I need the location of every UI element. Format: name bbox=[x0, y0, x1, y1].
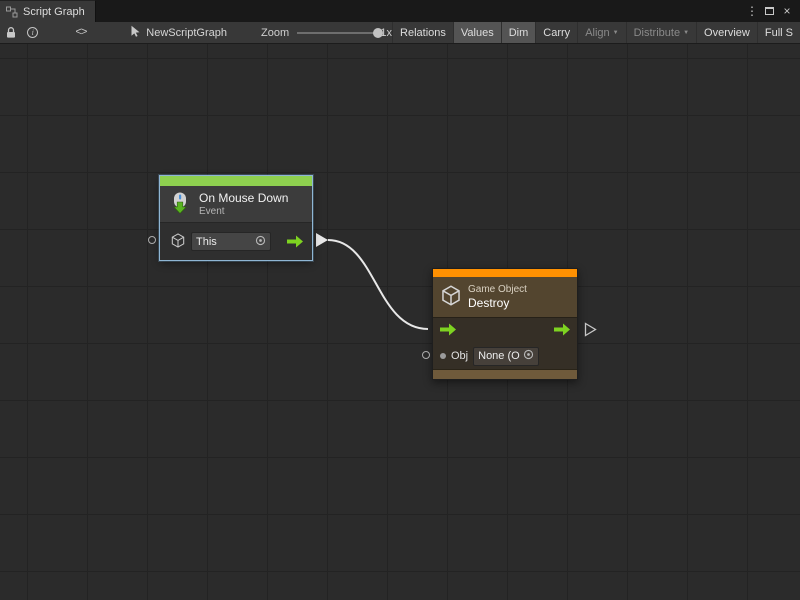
flow-output-port[interactable] bbox=[286, 235, 304, 248]
node-header-text: On Mouse Down Event bbox=[199, 191, 288, 217]
node-accent-bar bbox=[433, 269, 577, 277]
obj-field-value: None (O bbox=[478, 350, 520, 362]
value-port-dot[interactable] bbox=[440, 353, 446, 359]
flow-row bbox=[433, 317, 577, 343]
obj-param-row: Obj None (O bbox=[433, 343, 577, 369]
graph-canvas[interactable]: On Mouse Down Event This bbox=[0, 44, 800, 600]
node-destroy[interactable]: Game Object Destroy Obj None (O bbox=[432, 268, 578, 380]
distribute-label: Distribute bbox=[634, 27, 680, 39]
graph-name[interactable]: NewScriptGraph bbox=[130, 25, 227, 40]
node-header[interactable]: Game Object Destroy bbox=[433, 277, 577, 317]
graph-cursor-icon bbox=[130, 25, 141, 40]
chevron-down-icon: ▼ bbox=[683, 30, 689, 36]
edit-script-icon[interactable]: <> bbox=[68, 22, 95, 44]
toolbar-buttons: Relations Values Dim Carry Align ▼ Distr… bbox=[392, 22, 800, 44]
info-icon[interactable]: i bbox=[24, 22, 42, 44]
fullscreen-button[interactable]: Full S bbox=[757, 22, 800, 44]
values-button[interactable]: Values bbox=[453, 22, 501, 44]
node-title: On Mouse Down bbox=[199, 191, 288, 205]
script-graph-icon bbox=[6, 6, 18, 18]
tab-title: Script Graph bbox=[23, 6, 85, 18]
flow-output-port[interactable] bbox=[553, 323, 571, 339]
tab-script-graph[interactable]: Script Graph bbox=[0, 0, 96, 22]
cube-icon bbox=[441, 285, 461, 309]
object-picker-icon[interactable] bbox=[255, 235, 266, 249]
relations-button[interactable]: Relations bbox=[392, 22, 453, 44]
target-field-value: This bbox=[196, 236, 217, 248]
tabbar-controls: ⋮ × bbox=[745, 0, 800, 22]
destroy-obj-port[interactable] bbox=[422, 351, 430, 359]
maximize-icon[interactable] bbox=[765, 7, 774, 15]
obj-param-label: Obj bbox=[451, 350, 468, 362]
node-accent-bar bbox=[160, 176, 312, 186]
zoom-knob[interactable] bbox=[373, 28, 383, 38]
zoom-slider[interactable] bbox=[297, 22, 375, 44]
toolbar: i <> NewScriptGraph Zoom 1x Relations Va… bbox=[0, 22, 800, 44]
zoom-track bbox=[297, 32, 375, 34]
connection-wire bbox=[0, 44, 800, 600]
menu-icon[interactable]: ⋮ bbox=[745, 5, 759, 17]
chevron-down-icon: ▼ bbox=[613, 30, 619, 36]
close-icon[interactable]: × bbox=[780, 5, 794, 17]
align-label: Align bbox=[585, 27, 609, 39]
node-footer-bar bbox=[433, 369, 577, 379]
object-picker-icon[interactable] bbox=[523, 349, 534, 363]
node-on-mouse-down[interactable]: On Mouse Down Event This bbox=[160, 176, 312, 260]
node-category: Game Object bbox=[468, 284, 527, 295]
zoom-label: Zoom bbox=[261, 27, 289, 39]
mouse-down-icon bbox=[168, 191, 192, 218]
node-body: This bbox=[160, 222, 312, 260]
tab-bar: Script Graph ⋮ × bbox=[0, 0, 800, 22]
graph-name-label: NewScriptGraph bbox=[146, 27, 227, 39]
node-header[interactable]: On Mouse Down Event bbox=[160, 186, 312, 222]
event-target-port[interactable] bbox=[148, 236, 156, 244]
node-title: Destroy bbox=[468, 296, 527, 310]
node-subtitle: Event bbox=[199, 206, 288, 217]
overview-button[interactable]: Overview bbox=[696, 22, 757, 44]
obj-field[interactable]: None (O bbox=[473, 347, 539, 366]
target-field[interactable]: This bbox=[191, 232, 271, 251]
lock-icon[interactable] bbox=[2, 22, 20, 44]
dim-button[interactable]: Dim bbox=[501, 22, 536, 44]
flow-input-port[interactable] bbox=[439, 323, 457, 339]
cube-icon bbox=[171, 233, 185, 251]
node-header-text: Game Object Destroy bbox=[468, 284, 527, 310]
distribute-button[interactable]: Distribute ▼ bbox=[626, 22, 696, 44]
align-button[interactable]: Align ▼ bbox=[577, 22, 625, 44]
flow-continue-icon[interactable] bbox=[584, 322, 597, 342]
info-glyph: i bbox=[27, 27, 38, 38]
carry-button[interactable]: Carry bbox=[535, 22, 577, 44]
